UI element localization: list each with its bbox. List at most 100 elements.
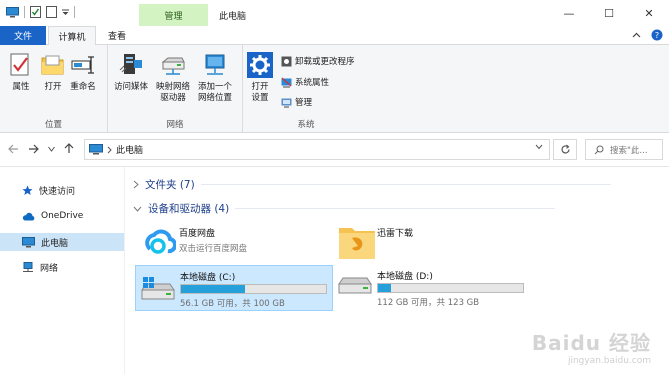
rename-icon bbox=[71, 56, 94, 74]
help-icon[interactable]: ? bbox=[651, 29, 663, 41]
uninstall-icon bbox=[281, 56, 292, 66]
tab-computer[interactable]: 计算机 bbox=[48, 26, 96, 46]
window-title: 此电脑 bbox=[219, 12, 247, 22]
forward-arrow-icon[interactable] bbox=[28, 144, 39, 154]
open-settings-button[interactable]: 打开 设置 bbox=[247, 51, 273, 104]
map-drive-label-1: 映射网络 bbox=[156, 82, 191, 92]
access-media-label: 访问媒体 bbox=[114, 82, 149, 92]
minimize-button[interactable]: — bbox=[549, 0, 589, 26]
refresh-button[interactable] bbox=[553, 139, 577, 160]
ribbon-group-location: 属性 打开 重命名 位置 bbox=[0, 45, 108, 133]
xunlei-folder-icon bbox=[339, 228, 375, 259]
open-settings-label-1: 打开 bbox=[251, 82, 269, 92]
folders-header-label: 文件夹 (7) bbox=[145, 179, 195, 191]
properties-icon[interactable] bbox=[30, 6, 41, 18]
drive-usage-bar bbox=[180, 284, 327, 294]
media-server-icon bbox=[119, 54, 142, 74]
chevron-right-icon bbox=[133, 180, 139, 189]
properties-label: 属性 bbox=[12, 82, 30, 92]
open-button[interactable]: 打开 bbox=[40, 51, 66, 93]
add-network-location-button[interactable]: 添加一个 网络位置 bbox=[198, 51, 232, 104]
watermark-url: jingyan.baidu.com bbox=[567, 356, 651, 366]
properties-button[interactable]: 属性 bbox=[8, 51, 34, 93]
address-toolbar: 此电脑 搜索"此... bbox=[0, 133, 669, 167]
drive-name: 本地磁盘 (C:) bbox=[180, 273, 236, 283]
drive-space-text: 56.1 GB 可用，共 100 GB bbox=[180, 299, 285, 309]
gear-icon bbox=[247, 52, 273, 78]
close-button[interactable]: ✕ bbox=[629, 0, 669, 26]
hard-drive-icon bbox=[338, 277, 372, 294]
properties-icon bbox=[10, 53, 29, 76]
address-bar[interactable]: 此电脑 bbox=[84, 139, 550, 160]
computer-icon[interactable] bbox=[6, 6, 19, 18]
group-label-system: 系统 bbox=[297, 120, 315, 130]
computer-icon bbox=[22, 236, 35, 247]
context-tab-manage[interactable]: 管理 bbox=[139, 4, 208, 26]
address-history-dropdown-icon[interactable] bbox=[535, 144, 543, 150]
breadcrumb-this-pc[interactable]: 此电脑 bbox=[116, 143, 143, 156]
nav-item-quick-access[interactable]: 快速访问 bbox=[0, 181, 124, 199]
nav-item-onedrive[interactable]: OneDrive bbox=[0, 207, 124, 225]
app-item-baidu-netdisk[interactable]: 百度网盘 双击运行百度网盘 bbox=[139, 222, 247, 262]
search-box[interactable]: 搜索"此... bbox=[585, 139, 663, 160]
collapse-ribbon-icon[interactable] bbox=[632, 32, 641, 38]
access-media-button[interactable]: 访问媒体 bbox=[114, 51, 148, 93]
nav-arrows bbox=[8, 143, 74, 154]
drive-item-d[interactable]: 本地磁盘 (D:) 112 GB 可用，共 123 GB bbox=[333, 265, 531, 311]
devices-header-label: 设备和驱动器 (4) bbox=[148, 203, 230, 215]
map-network-drive-button[interactable]: 映射网络 驱动器 bbox=[156, 51, 190, 104]
rename-label: 重命名 bbox=[70, 82, 96, 92]
drive-item-c[interactable]: 本地磁盘 (C:) 56.1 GB 可用，共 100 GB bbox=[135, 265, 333, 311]
app-name: 百度网盘 bbox=[179, 229, 216, 239]
uninstall-program-button[interactable]: 卸载或更改程序 bbox=[281, 55, 355, 67]
ribbon-group-system: 打开 设置 卸载或更改程序 系统属性 管理 系统 bbox=[243, 45, 369, 133]
up-arrow-icon[interactable] bbox=[64, 143, 74, 154]
watermark-logo: Baidu 经验 bbox=[531, 331, 651, 355]
network-icon bbox=[23, 261, 33, 272]
title-bar: 管理 此电脑 — ☐ ✕ bbox=[0, 0, 669, 26]
drive-name: 本地磁盘 (D:) bbox=[377, 272, 433, 282]
devices-section-header[interactable]: 设备和驱动器 (4) bbox=[133, 201, 556, 216]
chevron-down-icon bbox=[133, 206, 142, 212]
nav-item-this-pc[interactable]: 此电脑 bbox=[0, 233, 124, 251]
drive-usage-fill bbox=[378, 284, 392, 292]
star-icon bbox=[22, 185, 33, 195]
navigation-pane: 快速访问 OneDrive 此电脑 网络 bbox=[0, 167, 125, 374]
rename-button[interactable]: 重命名 bbox=[70, 51, 96, 93]
group-label-location: 位置 bbox=[44, 120, 62, 130]
customize-toolbar-icon[interactable] bbox=[62, 7, 69, 17]
manage-button[interactable]: 管理 bbox=[281, 96, 312, 108]
window-controls: — ☐ ✕ bbox=[549, 0, 669, 26]
cloud-icon bbox=[22, 212, 35, 220]
app-name: 迅雷下载 bbox=[377, 229, 414, 239]
network-drive-icon bbox=[161, 57, 185, 75]
folders-section-header[interactable]: 文件夹 (7) bbox=[133, 177, 611, 192]
search-placeholder: 搜索"此... bbox=[610, 145, 648, 156]
add-location-label-2: 网络位置 bbox=[198, 93, 233, 103]
new-folder-icon[interactable] bbox=[46, 6, 57, 18]
watermark: Baidu 经验 jingyan.baidu.com bbox=[532, 327, 651, 366]
baidu-netdisk-icon bbox=[145, 229, 176, 254]
quick-access-toolbar bbox=[6, 6, 75, 18]
maximize-button[interactable]: ☐ bbox=[589, 0, 629, 26]
ribbon: 属性 打开 重命名 位置 访问媒体 映射网络 驱动器 添加一个 网络位置 网络 … bbox=[0, 45, 669, 133]
system-properties-icon bbox=[281, 77, 292, 87]
system-properties-label: 系统属性 bbox=[295, 78, 330, 88]
nav-label-onedrive: OneDrive bbox=[41, 211, 84, 221]
nav-item-network[interactable]: 网络 bbox=[0, 258, 124, 276]
system-properties-button[interactable]: 系统属性 bbox=[281, 76, 329, 88]
app-item-xunlei-download[interactable]: 迅雷下载 bbox=[337, 222, 413, 262]
tab-file[interactable]: 文件 bbox=[0, 26, 46, 45]
drive-space-text: 112 GB 可用，共 123 GB bbox=[377, 298, 480, 308]
app-subtitle: 双击运行百度网盘 bbox=[179, 244, 248, 254]
tab-view[interactable]: 查看 bbox=[100, 26, 134, 45]
recent-locations-icon[interactable] bbox=[48, 146, 55, 152]
ribbon-right-controls: ? bbox=[632, 29, 663, 41]
uninstall-label: 卸载或更改程序 bbox=[295, 57, 355, 67]
manage-icon bbox=[281, 98, 292, 107]
network-location-icon bbox=[205, 54, 225, 75]
toolbar-divider bbox=[74, 6, 75, 18]
breadcrumb-chevron-icon[interactable] bbox=[107, 146, 112, 154]
windows-drive-icon bbox=[141, 277, 175, 300]
back-arrow-icon[interactable] bbox=[8, 144, 19, 154]
